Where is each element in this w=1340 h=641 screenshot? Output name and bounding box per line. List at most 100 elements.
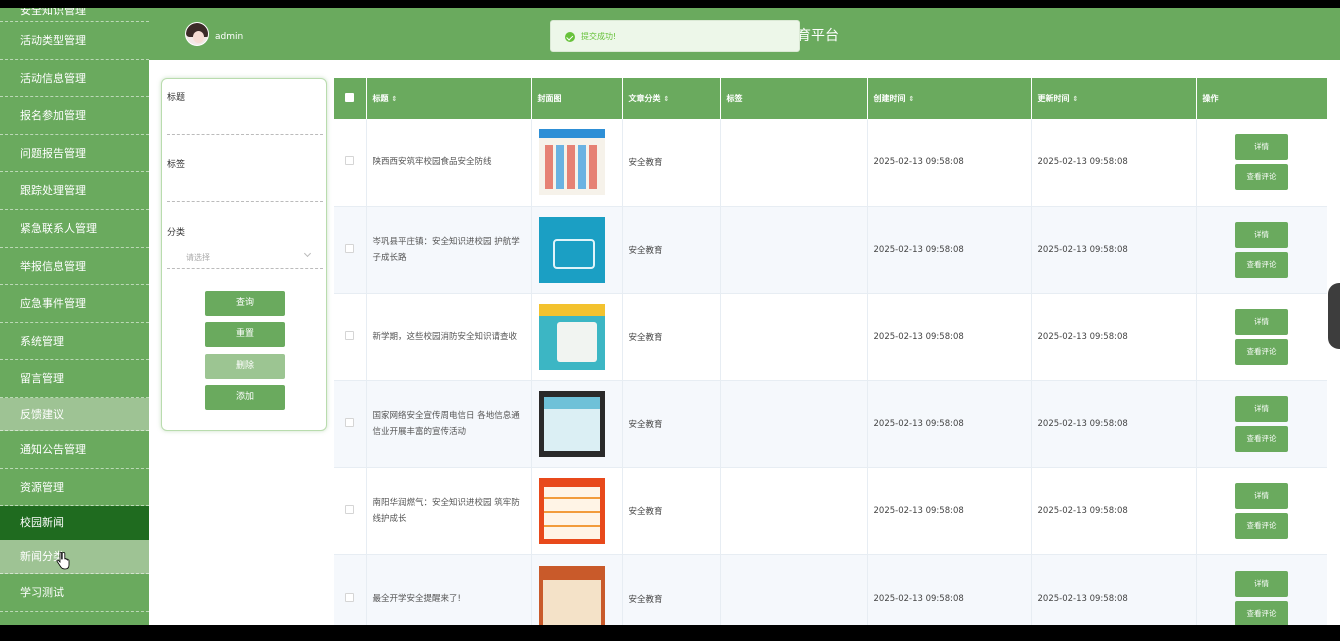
view-comments-button[interactable]: 查看评论 — [1235, 426, 1288, 453]
sidebar-item-resources[interactable]: 资源管理 — [0, 469, 149, 507]
cover-image[interactable] — [538, 216, 605, 283]
row-cover — [531, 467, 623, 556]
sidebar-item-messages[interactable]: 留言管理 — [0, 360, 149, 398]
header-updated[interactable]: 更新时间 ⇕ — [1031, 78, 1197, 119]
view-comments-button[interactable]: 查看评论 — [1235, 164, 1288, 191]
sidebar-item-label: 活动类型管理 — [20, 34, 86, 47]
sidebar-item-problem-report[interactable]: 问题报告管理 — [0, 135, 149, 173]
row-actions: 详情 查看评论 — [1196, 293, 1327, 382]
reset-button[interactable]: 重置 — [205, 322, 285, 347]
cover-image[interactable] — [538, 565, 605, 625]
floating-side-handle[interactable] — [1328, 283, 1340, 349]
table-header-row: 标题 ⇕ 封面图 文章分类 ⇕ 标签 创建时间 ⇕ 更新时间 ⇕ 操作 — [334, 78, 1327, 119]
tag-label: 标签 — [167, 160, 186, 170]
delete-button[interactable]: 删除 — [205, 354, 285, 379]
sidebar-item-tracking[interactable]: 跟踪处理管理 — [0, 172, 149, 210]
row-checkbox[interactable] — [345, 505, 355, 515]
avatar[interactable] — [185, 22, 209, 46]
row-actions: 详情 查看评论 — [1196, 554, 1327, 625]
cover-image[interactable] — [538, 391, 605, 458]
sidebar-item-notice[interactable]: 通知公告管理 — [0, 431, 149, 469]
sort-icon: ⇕ — [1072, 95, 1079, 103]
detail-button[interactable]: 详情 — [1235, 308, 1288, 335]
row-updated: 2025-02-13 09:58:08 — [1031, 554, 1197, 625]
row-title: 国家网络安全宣传周电信日 各地信息通信业开展丰富的宣传活动 — [366, 380, 532, 469]
row-tag — [720, 554, 868, 625]
success-toast: 提交成功! — [550, 20, 800, 52]
toast-message: 提交成功! — [581, 32, 617, 41]
sidebar-item-label: 系统管理 — [20, 334, 64, 348]
sidebar-item-system[interactable]: 系统管理 — [0, 323, 149, 361]
view-comments-button[interactable]: 查看评论 — [1235, 338, 1288, 365]
sidebar-item-label: 留言管理 — [20, 372, 64, 386]
sidebar-item-label: 通知公告管理 — [20, 442, 86, 456]
header-label: 创建时间 — [873, 94, 906, 103]
view-comments-button[interactable]: 查看评论 — [1235, 251, 1288, 278]
detail-button[interactable]: 详情 — [1235, 134, 1288, 161]
row-checkbox[interactable] — [345, 243, 355, 253]
sidebar-item-activity-info[interactable]: 活动信息管理 — [0, 60, 149, 98]
header-created[interactable]: 创建时间 ⇕ — [867, 78, 1032, 119]
cover-image[interactable] — [538, 303, 605, 370]
sidebar-item-activity-type[interactable]: 活动类型管理 — [0, 22, 149, 60]
header-category[interactable]: 文章分类 ⇕ — [622, 78, 721, 119]
sidebar-item-registration[interactable]: 报名参加管理 — [0, 97, 149, 135]
sidebar-item-safety-knowledge[interactable]: 安全知识管理 — [0, 8, 149, 22]
sidebar-item-feedback[interactable]: 反馈建议 — [0, 397, 149, 431]
hand-pointer-icon — [56, 552, 70, 570]
row-created: 2025-02-13 09:58:08 — [867, 293, 1032, 382]
row-checkbox[interactable] — [345, 592, 355, 602]
detail-button[interactable]: 详情 — [1235, 483, 1288, 510]
sidebar-item-emergency-event[interactable]: 应急事件管理 — [0, 285, 149, 323]
user-name[interactable]: admin — [215, 32, 243, 42]
select-all-checkbox[interactable] — [345, 93, 355, 102]
search-panel: 标题 标签 分类 请选择 查询 重置 删除 添加 — [161, 78, 327, 431]
sidebar-item-label: 安全知识管理 — [20, 8, 86, 17]
sidebar-item-label: 应急事件管理 — [20, 297, 86, 311]
view-comments-button[interactable]: 查看评论 — [1235, 513, 1288, 540]
detail-button[interactable]: 详情 — [1235, 570, 1288, 597]
cover-image[interactable] — [538, 129, 605, 196]
row-actions: 详情 查看评论 — [1196, 380, 1327, 469]
table-row: 国家网络安全宣传周电信日 各地信息通信业开展丰富的宣传活动 安全教育 2025-… — [334, 380, 1327, 469]
row-select-cell — [334, 119, 367, 207]
row-tag — [720, 467, 868, 556]
detail-button[interactable]: 详情 — [1235, 221, 1288, 248]
query-button[interactable]: 查询 — [205, 291, 285, 316]
row-cover — [531, 293, 623, 382]
sidebar-item-label: 举报信息管理 — [20, 259, 86, 273]
platform-title: 育平台 — [797, 28, 839, 44]
row-cover — [531, 206, 623, 294]
row-category: 安全教育 — [622, 206, 721, 294]
view-comments-button[interactable]: 查看评论 — [1235, 600, 1288, 625]
sidebar-item-label: 紧急联系人管理 — [20, 221, 97, 235]
sidebar-item-label: 反馈建议 — [20, 407, 64, 421]
sidebar-item-label: 学习测试 — [20, 586, 64, 600]
row-checkbox[interactable] — [345, 330, 355, 340]
row-updated: 2025-02-13 09:58:08 — [1031, 467, 1197, 556]
sidebar-item-label: 校园新闻 — [20, 516, 64, 530]
cover-image[interactable] — [538, 478, 605, 545]
row-cover — [531, 119, 623, 207]
row-cover — [531, 554, 623, 625]
header-title[interactable]: 标题 ⇕ — [366, 78, 532, 119]
detail-button[interactable]: 详情 — [1235, 396, 1288, 423]
row-created: 2025-02-13 09:58:08 — [867, 554, 1032, 625]
row-title: 岑巩县平庄镇：安全知识进校园 护航学子成长路 — [366, 206, 532, 294]
tag-input[interactable] — [167, 176, 323, 202]
sidebar-item-news-category[interactable]: 新闻分类 — [0, 540, 149, 575]
row-checkbox[interactable] — [345, 156, 355, 166]
title-input[interactable] — [167, 109, 323, 135]
news-table-container: 标题 ⇕ 封面图 文章分类 ⇕ 标签 创建时间 ⇕ 更新时间 ⇕ 操作 陕西西安筑牢校园… — [334, 78, 1327, 625]
sidebar-item-emergency-contact[interactable]: 紧急联系人管理 — [0, 210, 149, 248]
sidebar-item-label: 活动信息管理 — [20, 71, 86, 85]
row-tag — [720, 206, 868, 294]
add-button[interactable]: 添加 — [205, 385, 285, 410]
row-select-cell — [334, 380, 367, 469]
row-title: 新学期，这些校园消防安全知识请查收 — [366, 293, 532, 382]
sidebar-item-study-test[interactable]: 学习测试 — [0, 574, 149, 612]
row-checkbox[interactable] — [345, 418, 355, 428]
sidebar-item-report-info[interactable]: 举报信息管理 — [0, 248, 149, 286]
row-created: 2025-02-13 09:58:08 — [867, 119, 1032, 207]
sidebar-item-campus-news[interactable]: 校园新闻 — [0, 506, 149, 541]
